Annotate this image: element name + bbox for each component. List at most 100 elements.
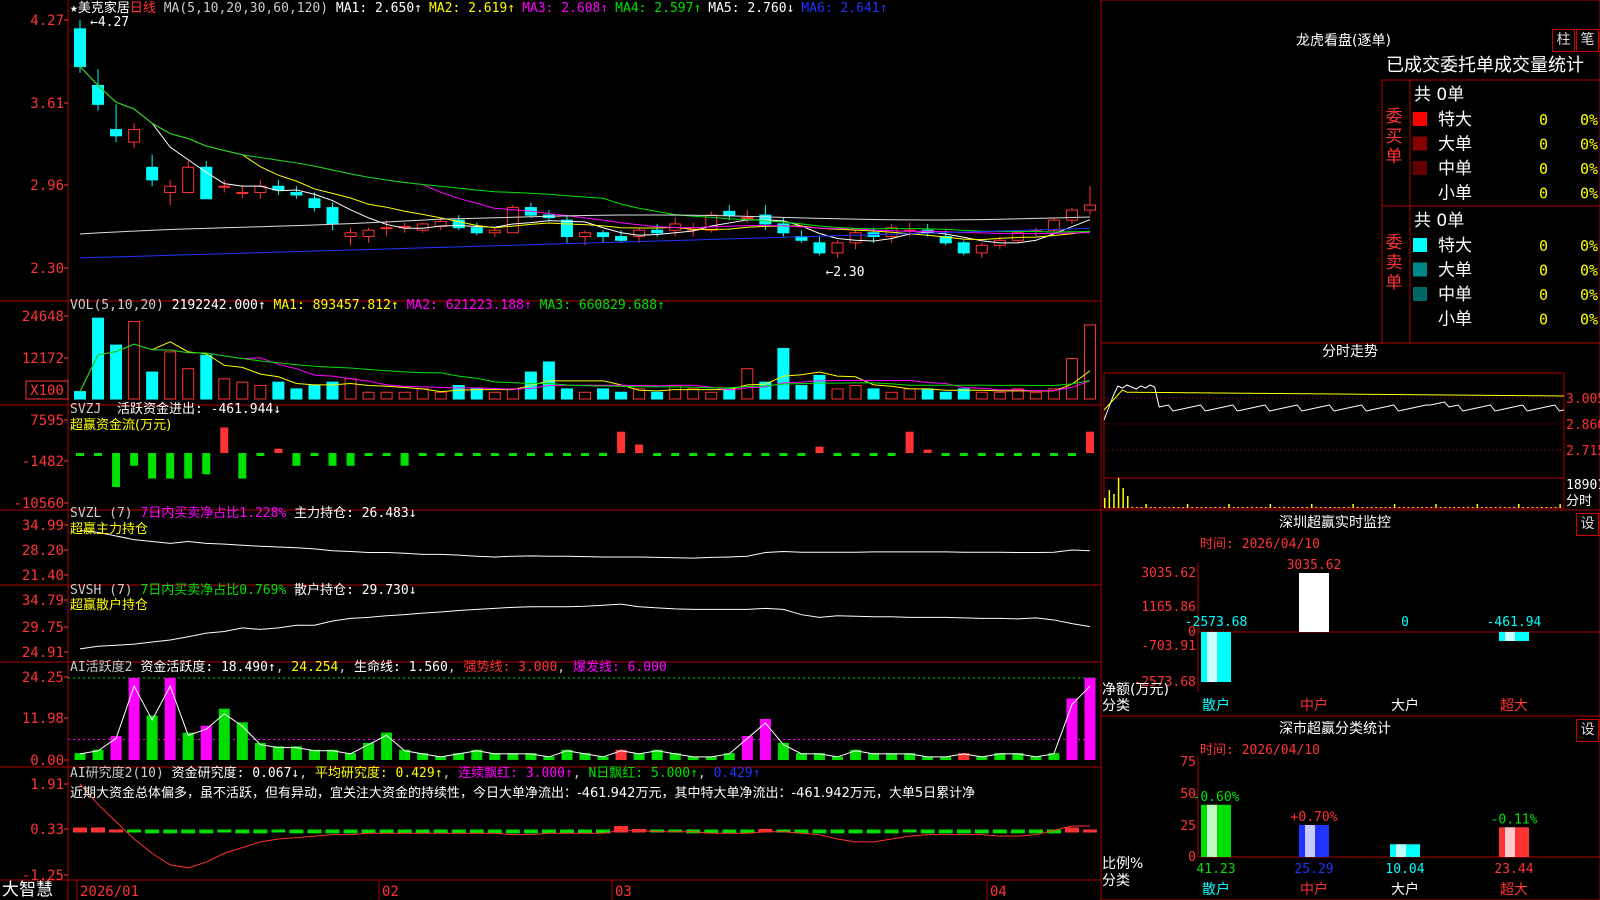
activity-bar xyxy=(363,742,375,760)
minute-vol-bar xyxy=(1104,498,1106,508)
research-bar xyxy=(938,829,953,834)
research-bar xyxy=(505,829,520,834)
research-bar xyxy=(523,829,538,834)
candle-body xyxy=(1047,219,1060,231)
sz-monitor-settings-button[interactable]: 设 xyxy=(1576,513,1599,536)
fundflow-bar xyxy=(887,453,896,456)
class-bar-shine xyxy=(1305,824,1315,857)
activity-bar xyxy=(110,736,122,760)
candle-body xyxy=(813,242,826,254)
minute-vol-bar xyxy=(1232,507,1235,508)
svzj-header: SVZJ 活跃资金进出: -461.944↓ xyxy=(70,402,281,417)
svzj-axis-tick-2: -10560 xyxy=(13,496,64,512)
volume-bar xyxy=(777,347,790,400)
activity-bar xyxy=(741,736,753,760)
ai1-title: AI活跃度2 xyxy=(70,660,133,675)
fundflow-bar xyxy=(797,453,806,456)
volume-bar xyxy=(344,378,357,400)
volume-bar xyxy=(272,381,285,400)
minute-vol-bar xyxy=(1306,507,1308,508)
minute-vol-axis: 18901 xyxy=(1566,478,1600,493)
minute-vol-bar xyxy=(1301,507,1304,508)
sell-swatch xyxy=(1413,262,1427,277)
ma5-value: MA5: 2.760↓ xyxy=(708,1,795,16)
ai2-title: AI研究度2(10) xyxy=(70,766,164,781)
buy-row-name: 小单 xyxy=(1438,184,1472,204)
candle-body xyxy=(957,242,970,254)
ma2-value: MA2: 2.619↑ xyxy=(428,1,516,16)
minute-vol-bar xyxy=(1559,504,1561,508)
volume-bar xyxy=(579,391,591,400)
sidebar-frame xyxy=(1100,0,1600,900)
fundflow-bar xyxy=(689,453,698,456)
minute-vol-bar xyxy=(1108,490,1111,508)
buy-label-char: 单 xyxy=(1386,147,1403,167)
minute-vol-bar xyxy=(1182,507,1184,508)
ai1-header: AI活跃度2 资金活跃度: 18.490↑, 24.254, 生命线: 1.56… xyxy=(70,660,667,675)
dragon-title: 龙虎看盘(逐单) xyxy=(1296,33,1391,49)
sell-row-value: 0 xyxy=(1539,286,1548,304)
research-bar xyxy=(145,829,160,834)
fundflow-bar xyxy=(743,453,752,456)
volume-bar xyxy=(849,385,862,400)
candle-body xyxy=(615,236,628,241)
ai1-axis-tick-2: 0.00 xyxy=(30,753,64,769)
sz-class-settings-button[interactable]: 设 xyxy=(1576,719,1599,742)
candle-body xyxy=(164,185,177,193)
fundflow-bar xyxy=(508,453,517,456)
svsh-pct: 7日内买卖净占比0.769% xyxy=(140,583,287,598)
minute-vol-bar xyxy=(1435,504,1437,508)
sell-row-pct: 0% xyxy=(1580,286,1598,304)
fundflow-bar xyxy=(707,453,716,456)
fundflow-bar xyxy=(238,453,247,479)
volume-bar xyxy=(398,391,411,400)
monitor-axis-0: 3035.62 xyxy=(1141,566,1196,581)
ai1-life: 生命线: 1.560 xyxy=(354,660,448,675)
svzl-axis-tick-1: 28.20 xyxy=(22,543,64,559)
minute-vol-bar xyxy=(1444,507,1446,508)
monitor-axis-3: -703.91 xyxy=(1141,639,1196,654)
svzj-sub: 超赢资金流(万元) xyxy=(70,418,172,433)
minute-vol-bar xyxy=(1242,507,1244,508)
time-label-2: 03 xyxy=(615,884,632,900)
minute-vol-bar xyxy=(1541,507,1543,508)
fundflow-bar xyxy=(166,453,175,479)
minute-vol-bar xyxy=(1421,507,1423,508)
class-value-1: 25.29 xyxy=(1294,862,1333,877)
research-bar xyxy=(992,829,1007,834)
buy-row-pct: 0% xyxy=(1580,185,1598,203)
candle-body xyxy=(975,244,988,254)
svzl-axis-tick-2: 21.40 xyxy=(22,568,64,584)
candle-body xyxy=(777,223,790,234)
volume-bar xyxy=(903,388,916,400)
buy-total: 共 0单 xyxy=(1414,85,1464,105)
minute-vol-bar xyxy=(1361,507,1364,508)
period-label[interactable]: 日线 xyxy=(130,1,156,16)
activity-bar xyxy=(777,742,789,760)
volume-bar xyxy=(128,321,141,400)
minute-vol-bar xyxy=(1246,507,1249,508)
monitor-cat-2: 大户 xyxy=(1391,697,1419,714)
volume-bar xyxy=(687,388,700,400)
sz-monitor-time: 时间: 2026/04/10 xyxy=(1200,537,1320,552)
volume-bar xyxy=(831,388,844,400)
candle-body xyxy=(380,227,393,230)
candle-body xyxy=(182,166,195,193)
sell-row-name: 小单 xyxy=(1438,310,1472,330)
candle-body xyxy=(560,219,573,238)
buy-row-value: 0 xyxy=(1539,111,1548,129)
research-bar xyxy=(163,829,178,834)
fundflow-bar xyxy=(544,453,553,456)
minute-vol-bar xyxy=(1550,507,1552,508)
volume-bar xyxy=(705,391,718,400)
fundflow-bar xyxy=(599,453,608,456)
minute-vol-bar xyxy=(1136,507,1138,508)
tick-mode-button[interactable]: 笔 xyxy=(1576,29,1599,52)
minute-vol-bar xyxy=(1237,507,1239,508)
candle-body xyxy=(362,229,375,238)
minute-vol-bar xyxy=(1154,507,1157,508)
minute-vol-bar xyxy=(1214,507,1216,508)
candle-body xyxy=(110,129,123,137)
research-bar xyxy=(902,829,917,833)
bar-mode-button[interactable]: 柱 xyxy=(1552,29,1575,52)
